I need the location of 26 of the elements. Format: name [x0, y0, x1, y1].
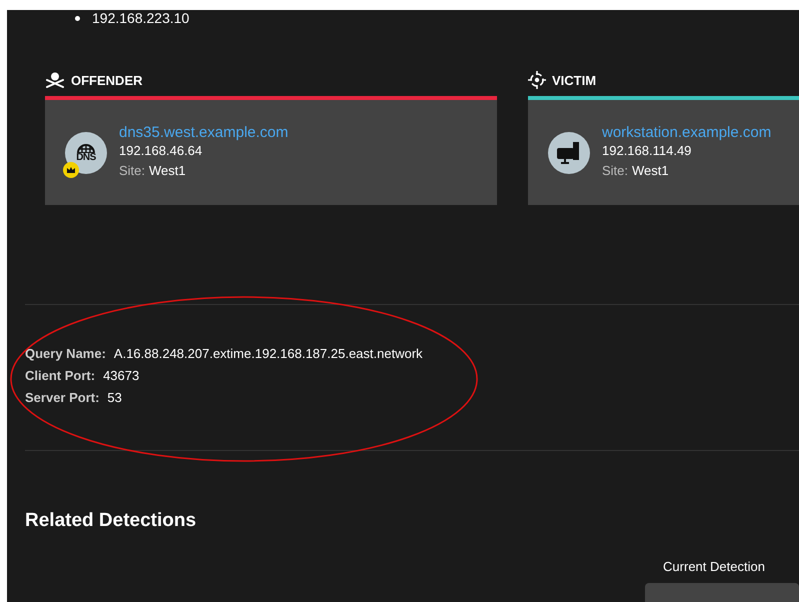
host-ip: 192.168.114.49	[602, 142, 692, 160]
detail-value: A.16.88.248.207.extime.192.168.187.25.east.network	[114, 345, 423, 364]
detail-label: Client Port:	[25, 367, 96, 386]
bullet-icon	[75, 16, 80, 20]
site-value: West1	[149, 162, 186, 180]
host-ip: 192.168.46.64	[119, 142, 204, 160]
host-link[interactable]: workstation.example.com	[602, 124, 772, 142]
site-label: Site:	[602, 162, 628, 180]
skull-crossbones-icon	[45, 72, 65, 88]
ip-address: 192.168.223.10	[92, 10, 190, 26]
globe-icon	[77, 142, 95, 153]
crosshair-icon	[528, 71, 546, 90]
dns-icon-text: DNS	[76, 152, 96, 163]
detail-label: Query Name:	[25, 345, 106, 364]
site-value: West1	[632, 162, 669, 180]
role-label: OFFENDER	[71, 72, 142, 90]
detail-label: Server Port:	[25, 389, 100, 408]
computer-icon	[556, 140, 582, 165]
detail-value: 53	[107, 389, 122, 408]
detail-value: 43673	[103, 367, 140, 386]
section-title: Related Detections	[24, 509, 198, 534]
site-label: Site:	[119, 162, 146, 180]
role-label: VICTIM	[552, 72, 596, 90]
crown-badge-icon	[63, 162, 79, 178]
host-link[interactable]: dns35.west.example.com	[119, 124, 288, 142]
current-detection-label: Current Detection	[662, 558, 766, 576]
